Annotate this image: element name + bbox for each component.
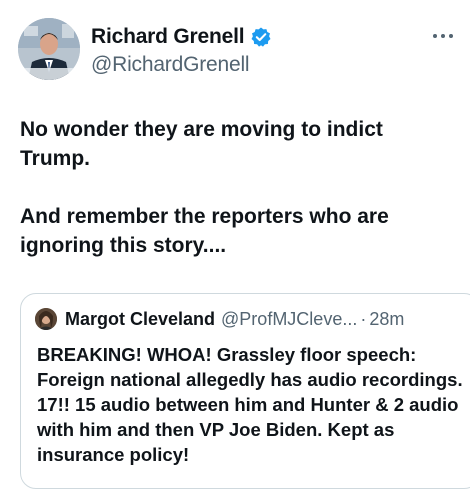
- quoted-author-display-name[interactable]: Margot Cleveland: [65, 309, 215, 330]
- tweet-header: Richard Grenell @RichardGrenell: [18, 18, 458, 82]
- more-options-icon[interactable]: [432, 26, 454, 44]
- tweet-text: No wonder they are moving to indict Trum…: [20, 115, 450, 260]
- author-avatar[interactable]: [18, 18, 80, 80]
- quoted-author-avatar[interactable]: [35, 308, 57, 330]
- quoted-timestamp[interactable]: 28m: [369, 309, 404, 330]
- author-handle[interactable]: @RichardGrenell: [91, 53, 272, 77]
- verified-badge-icon: [250, 26, 272, 48]
- display-name-row: Richard Grenell: [91, 24, 272, 50]
- tweet-paragraph: And remember the reporters who are ignor…: [20, 205, 389, 257]
- author-display-name[interactable]: Richard Grenell: [91, 25, 245, 49]
- tweet-paragraph: No wonder they are moving to indict Trum…: [20, 118, 383, 170]
- quoted-tweet-header: Margot Cleveland @ProfMJCleve... · 28m: [35, 308, 404, 330]
- quoted-tweet-text: BREAKING! WHOA! Grassley floor speech: F…: [37, 344, 463, 465]
- author-names: Richard Grenell @RichardGrenell: [91, 24, 272, 77]
- separator-dot: ·: [360, 308, 367, 329]
- quoted-tweet-card[interactable]: Margot Cleveland @ProfMJCleve... · 28m B…: [20, 293, 470, 489]
- quoted-author-handle[interactable]: @ProfMJCleve...: [221, 309, 357, 330]
